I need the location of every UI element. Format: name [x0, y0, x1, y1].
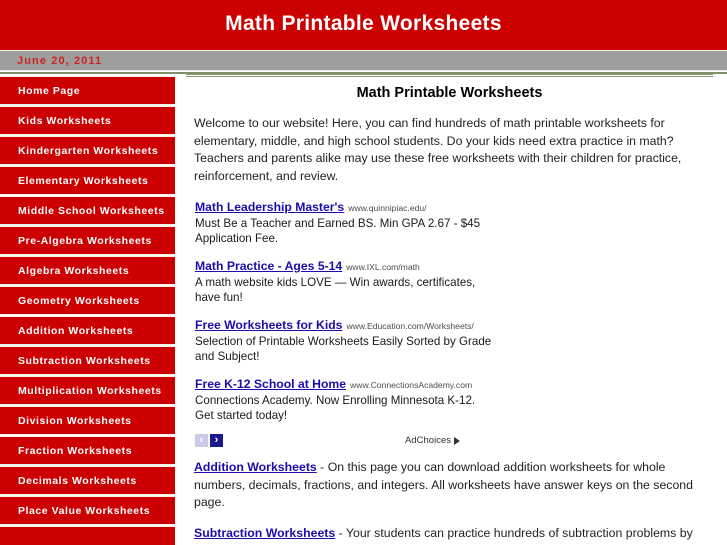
sidebar-item-label: Subtraction Worksheets [18, 354, 151, 367]
ad-footer: ‹ › AdChoices [195, 434, 460, 447]
ad-unit: Math Practice - Ages 5-14 www.IXL.com/mat… [195, 257, 495, 305]
sidebar-item-label: Algebra Worksheets [18, 264, 130, 277]
ad-headline-row: Free Worksheets for Kids www.Education.co… [195, 316, 495, 334]
ad-display-url: www.quinnipiac.edu/ [348, 203, 427, 213]
ad-block: Math Leadership Master's www.quinnipiac.e… [186, 198, 495, 447]
ad-headline-row: Free K-12 School at Home www.ConnectionsA… [195, 375, 495, 393]
main-content: Math Printable Worksheets Welcome to our… [186, 74, 727, 545]
ad-unit: Math Leadership Master's www.quinnipiac.e… [195, 198, 495, 246]
ad-title-link[interactable]: Free Worksheets for Kids [195, 318, 342, 332]
sidebar-item-label: Division Worksheets [18, 414, 132, 427]
sidebar-item-label: Home Page [18, 84, 81, 97]
sidebar-item-label: Decimals Worksheets [18, 474, 137, 487]
ad-unit: Free K-12 School at Home www.ConnectionsA… [195, 375, 495, 423]
sidebar-nav: Home Page Kids Worksheets Kindergarten Wor… [0, 74, 175, 545]
ad-title-link[interactable]: Math Practice - Ages 5-14 [195, 259, 342, 273]
sidebar-item-label: Kindergarten Worksheets [18, 144, 159, 157]
sidebar-item-decimals-worksheets[interactable]: Decimals Worksheets [0, 466, 175, 495]
ad-unit: Free Worksheets for Kids www.Education.co… [195, 316, 495, 364]
page-root: Math Printable Worksheets June 20, 2011 … [0, 0, 727, 545]
content-section: Subtraction Worksheets - Your students c… [186, 525, 713, 545]
date-bar-wrapper: June 20, 2011 [0, 47, 727, 71]
adchoices-label: AdChoices [405, 435, 451, 446]
sidebar-item-division-worksheets[interactable]: Division Worksheets [0, 406, 175, 435]
content-top-rule [186, 74, 713, 77]
section-title-link[interactable]: Subtraction Worksheets [194, 526, 335, 540]
ad-description: Must Be a Teacher and Earned BS. Min GPA… [195, 217, 481, 245]
page-title: Math Printable Worksheets [356, 85, 543, 101]
body-columns: Home Page Kids Worksheets Kindergarten Wor… [0, 74, 727, 545]
sidebar-item-pre-algebra-worksheets[interactable]: Pre-Algebra Worksheets [0, 226, 175, 255]
adchoices-link[interactable]: AdChoices [405, 435, 460, 446]
ad-pagination: ‹ › [195, 434, 223, 447]
sidebar-item-subtraction-worksheets[interactable]: Subtraction Worksheets [0, 346, 175, 375]
ad-headline-row: Math Practice - Ages 5-14 www.IXL.com/mat… [195, 257, 495, 275]
adchoices-triangle-icon [454, 436, 460, 445]
sidebar-item-label: Elementary Worksheets [18, 174, 149, 187]
sidebar-item-addition-worksheets[interactable]: Addition Worksheets [0, 316, 175, 345]
sidebar-item-label: Fraction Worksheets [18, 444, 133, 457]
ad-title-link[interactable]: Free K-12 School at Home [195, 377, 346, 391]
ad-display-url: www.ConnectionsAcademy.com [350, 380, 473, 390]
sidebar-item-label: Geometry Worksheets [18, 294, 140, 307]
site-banner: Math Printable Worksheets [0, 0, 727, 47]
sidebar-item-multiplication-worksheets[interactable]: Multiplication Worksheets [0, 376, 175, 405]
ad-headline-row: Math Leadership Master's www.quinnipiac.e… [195, 198, 495, 216]
sidebar-item-kids-worksheets[interactable]: Kids Worksheets [0, 106, 175, 135]
ad-display-url: www.IXL.com/math [346, 262, 420, 272]
sidebar-item-geometry-worksheets[interactable]: Geometry Worksheets [0, 286, 175, 315]
ad-display-url: www.Education.com/Worksheets/ [346, 321, 474, 331]
sidebar-item-extra[interactable] [0, 526, 175, 545]
intro-paragraph: Welcome to our website! Here, you can fi… [194, 116, 682, 183]
sidebar-item-place-value-worksheets[interactable]: Place Value Worksheets [0, 496, 175, 525]
sidebar-item-label: Addition Worksheets [18, 324, 134, 337]
sidebar-item-label: Multiplication Worksheets [18, 384, 162, 397]
sidebar-item-label: Kids Worksheets [18, 114, 112, 127]
sidebar-item-elementary-worksheets[interactable]: Elementary Worksheets [0, 166, 175, 195]
ad-title-link[interactable]: Math Leadership Master's [195, 200, 344, 214]
sidebar-item-home-page[interactable]: Home Page [0, 76, 175, 105]
date-bar: June 20, 2011 [0, 50, 727, 71]
sidebar-item-kindergarten-worksheets[interactable]: Kindergarten Worksheets [0, 136, 175, 165]
ad-prev-button[interactable]: ‹ [195, 434, 208, 447]
content-section: Addition Worksheets - On this page you c… [186, 459, 713, 512]
ad-description: Selection of Printable Worksheets Easily… [195, 335, 492, 363]
sidebar-item-label: Middle School Worksheets [18, 204, 165, 217]
ad-description: Connections Academy. Now Enrolling Minne… [195, 394, 476, 422]
ad-description: A math website kids LOVE — Win awards, c… [195, 276, 476, 304]
sidebar-item-middle-school-worksheets[interactable]: Middle School Worksheets [0, 196, 175, 225]
site-title: Math Printable Worksheets [225, 11, 502, 35]
ad-next-button[interactable]: › [210, 434, 223, 447]
sidebar-item-algebra-worksheets[interactable]: Algebra Worksheets [0, 256, 175, 285]
sidebar-item-label: Pre-Algebra Worksheets [18, 234, 152, 247]
column-gutter [175, 74, 186, 545]
sidebar-item-label: Place Value Worksheets [18, 504, 151, 517]
current-date: June 20, 2011 [17, 54, 103, 67]
sidebar-item-fraction-worksheets[interactable]: Fraction Worksheets [0, 436, 175, 465]
section-title-link[interactable]: Addition Worksheets [194, 460, 317, 474]
